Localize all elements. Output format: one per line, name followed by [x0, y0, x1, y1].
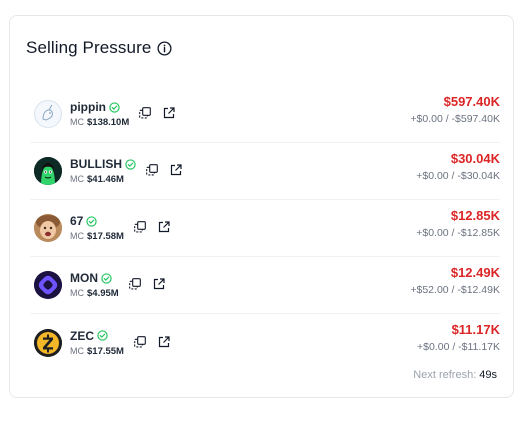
token-info: MON MC $4.95M [70, 271, 119, 299]
selling-pressure-card: Selling Pressure pippin MC $138.10M $597… [9, 15, 514, 398]
sell-amount: $12.49K [450, 265, 500, 280]
token-name-line: pippin [70, 100, 129, 114]
sell-amount: $30.04K [450, 151, 500, 166]
bullish-green-character-avatar [34, 157, 62, 185]
sell-amount: $597.40K [443, 94, 500, 109]
token-info: ZEC MC $17.55M [70, 329, 124, 357]
card-header: Selling Pressure [26, 38, 172, 58]
buy-sell-breakdown: +$0.00 / -$597.40K [410, 113, 500, 125]
sell-amounts: $12.49K +$52.00 / -$12.49K [410, 265, 500, 296]
market-cap-value: $17.58M [87, 231, 124, 242]
token-name-line: ZEC [70, 329, 124, 343]
token-name[interactable]: ZEC [70, 329, 94, 343]
token-name-line: MON [70, 271, 119, 285]
buy-sell-breakdown: +$52.00 / -$12.49K [410, 284, 500, 296]
sell-amounts: $30.04K +$0.00 / -$30.04K [416, 151, 500, 182]
sell-amount: $12.85K [450, 208, 500, 223]
token-actions [134, 335, 170, 348]
token-row[interactable]: ZEC MC $17.55M $11.17K +$0.00 / -$11.17K [30, 314, 500, 371]
card-title: Selling Pressure [26, 38, 152, 57]
67-kid-face-avatar [34, 214, 62, 242]
external-link-icon[interactable] [163, 107, 175, 119]
market-cap-label: MC [70, 345, 84, 356]
token-name[interactable]: pippin [70, 100, 106, 114]
market-cap-value: $41.46M [87, 174, 124, 185]
zec-zcash-logo-avatar [34, 328, 62, 357]
verified-check-icon [86, 215, 98, 227]
buy-sell-breakdown: +$0.00 / -$12.85K [416, 227, 500, 239]
market-cap-value: $17.55M [87, 345, 124, 357]
market-cap-label: MC [70, 231, 84, 241]
info-circle-icon[interactable] [157, 40, 172, 56]
token-actions [146, 164, 182, 176]
market-cap-label: MC [70, 174, 84, 184]
refresh-value: 49s [479, 369, 497, 381]
market-cap-value: $138.10M [87, 117, 130, 128]
verified-check-icon [125, 158, 136, 170]
sell-amounts: $11.17K +$0.00 / -$11.17K [417, 322, 500, 353]
token-list: pippin MC $138.10M $597.40K +$0.00 / -$5… [30, 86, 500, 371]
market-cap: MC $17.58M [70, 231, 124, 242]
token-name-line: 67 [70, 214, 124, 228]
token-row[interactable]: BULLISH MC $41.46M $30.04K +$0.00 / -$30… [30, 143, 500, 200]
copy-icon[interactable] [134, 221, 146, 233]
market-cap-value: $4.95M [87, 288, 119, 299]
token-info: 67 MC $17.58M [70, 214, 124, 242]
external-link-icon[interactable] [153, 278, 165, 290]
mon-purple-logo-avatar [34, 271, 62, 299]
verified-check-icon [101, 272, 112, 284]
token-name[interactable]: 67 [70, 214, 83, 228]
pippin-unicorn-avatar [34, 100, 62, 128]
token-actions [139, 107, 175, 119]
external-link-icon[interactable] [158, 335, 170, 348]
external-link-icon[interactable] [170, 164, 182, 176]
token-row[interactable]: pippin MC $138.10M $597.40K +$0.00 / -$5… [30, 86, 500, 143]
market-cap-label: MC [70, 288, 84, 298]
market-cap-label: MC [70, 117, 84, 127]
token-row[interactable]: MON MC $4.95M $12.49K +$52.00 / -$12.49K [30, 257, 500, 314]
market-cap: MC $138.10M [70, 117, 129, 128]
token-actions [128, 278, 165, 290]
token-name[interactable]: BULLISH [70, 157, 122, 171]
external-link-icon[interactable] [158, 221, 170, 233]
refresh-countdown: Next refresh: 49s [413, 369, 497, 381]
token-name[interactable]: MON [70, 271, 98, 285]
sell-amounts: $12.85K +$0.00 / -$12.85K [416, 208, 500, 239]
market-cap: MC $17.55M [70, 346, 124, 357]
copy-icon[interactable] [134, 335, 146, 348]
verified-check-icon [97, 330, 108, 341]
sell-amount: $11.17K [451, 322, 500, 337]
token-info: pippin MC $138.10M [70, 100, 129, 128]
refresh-label: Next refresh: [413, 369, 477, 381]
buy-sell-breakdown: +$0.00 / -$30.04K [416, 170, 500, 182]
token-name-line: BULLISH [70, 157, 136, 171]
sell-amounts: $597.40K +$0.00 / -$597.40K [410, 94, 500, 125]
buy-sell-breakdown: +$0.00 / -$11.17K [417, 341, 500, 353]
token-row[interactable]: 67 MC $17.58M $12.85K +$0.00 / -$12.85K [30, 200, 500, 257]
token-actions [134, 221, 170, 233]
verified-check-icon [109, 101, 120, 113]
market-cap: MC $41.46M [70, 174, 136, 185]
copy-icon[interactable] [146, 164, 158, 176]
copy-icon[interactable] [139, 107, 152, 119]
market-cap: MC $4.95M [70, 288, 119, 299]
token-info: BULLISH MC $41.46M [70, 157, 136, 185]
copy-icon[interactable] [128, 278, 141, 290]
